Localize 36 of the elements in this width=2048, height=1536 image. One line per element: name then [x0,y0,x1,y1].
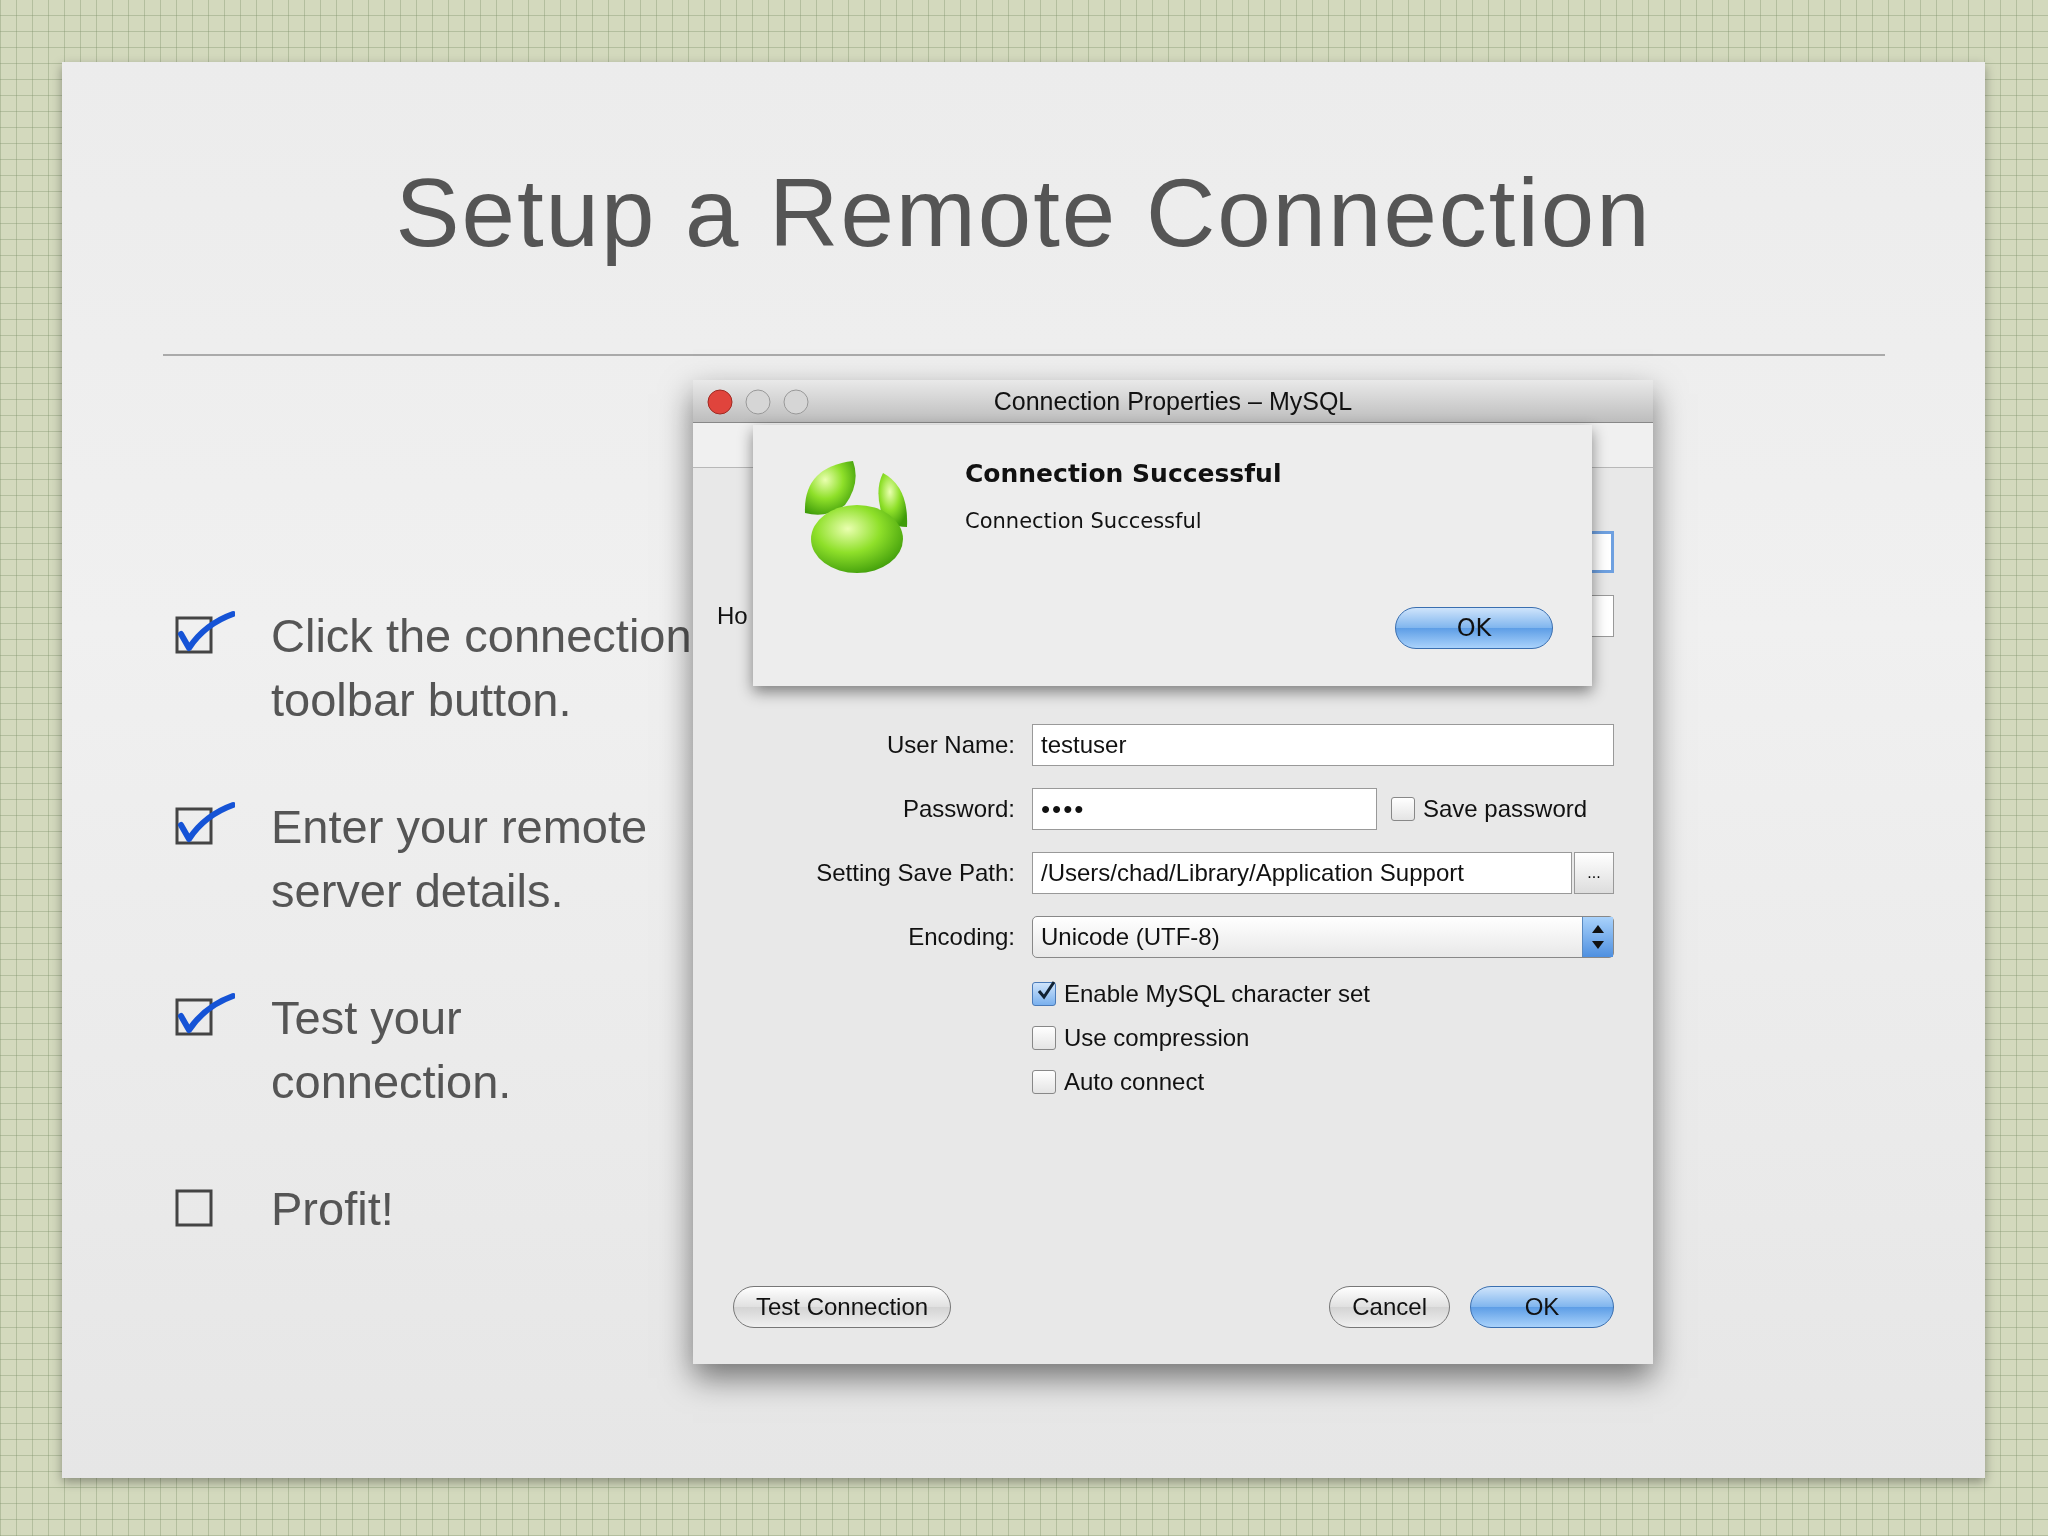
checkbox-label: Save password [1423,795,1588,823]
zoom-icon[interactable] [783,389,809,415]
window-title: Connection Properties – MySQL [992,386,1354,416]
stepper-icon[interactable] [1582,917,1613,957]
bullet-text: Profit! [271,1181,395,1237]
checkbox[interactable] [1032,1070,1056,1094]
bullet-text: Enter your remote server details. [271,799,649,919]
alert-title: Connection Successful [965,459,1282,488]
minimize-icon[interactable] [745,389,771,415]
text-field[interactable] [1592,595,1614,637]
checkbox[interactable] [1391,797,1415,821]
browse-button[interactable]: ... [1574,852,1614,894]
field-label: Ho [717,602,748,630]
path-field[interactable]: /Users/chad/Library/Application Support [1032,852,1572,894]
dialog-button[interactable]: Test Connection [733,1286,952,1328]
text-field[interactable] [1592,531,1614,573]
field-label: Setting Save Path: [815,859,1015,887]
checkbox[interactable] [1032,982,1056,1006]
close-icon[interactable] [707,389,733,415]
checkbox-label: Use compression [1064,1024,1250,1052]
ok-button[interactable]: OK [1470,1286,1614,1328]
bullet-text: Test your connection. [271,990,513,1110]
field-label: Encoding: [907,923,1015,951]
slide-title: Setup a Remote Connection [395,158,1652,268]
text-field[interactable]: testuser [1032,724,1614,766]
field-label: User Name: [885,731,1015,759]
field-label: Password: [901,795,1015,823]
encoding-dropdown[interactable]: Unicode (UTF-8) [1032,916,1614,958]
checkbox[interactable] [1032,1026,1056,1050]
checkbox-label: Enable MySQL character set [1064,980,1370,1008]
dialog-button[interactable]: Cancel [1329,1286,1450,1328]
bullet-text: Click the connection toolbar button. [271,608,693,728]
checkbox-label: Auto connect [1064,1068,1205,1096]
ok-button[interactable]: OK [1395,607,1553,649]
password-field[interactable]: •••• [1032,788,1377,830]
alert-message: Connection Successful [965,509,1202,533]
